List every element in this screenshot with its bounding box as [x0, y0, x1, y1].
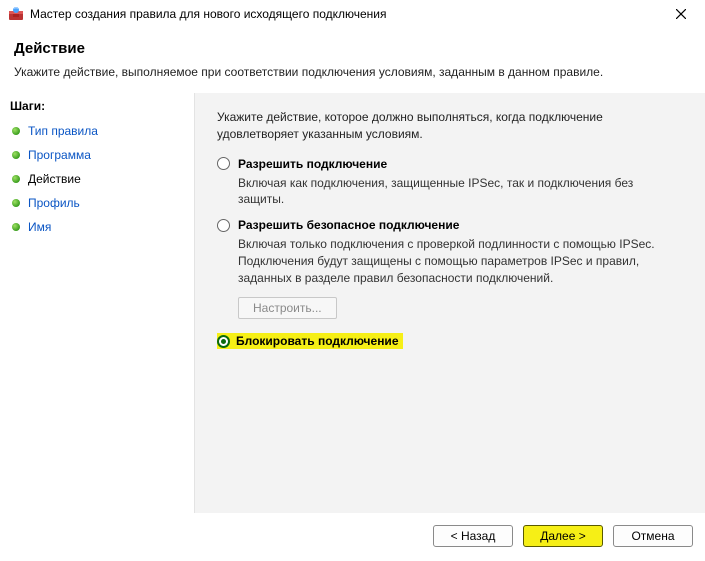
step-label: Действие — [28, 172, 81, 186]
title-bar: Мастер создания правила для нового исход… — [0, 0, 705, 28]
bullet-icon — [12, 199, 20, 207]
bullet-icon — [12, 151, 20, 159]
steps-sidebar: Шаги: Тип правила Программа Действие Про… — [0, 93, 194, 513]
radio-allow[interactable] — [217, 157, 230, 170]
bullet-icon — [12, 175, 20, 183]
step-label: Программа — [28, 148, 91, 162]
steps-title: Шаги: — [10, 99, 188, 113]
wizard-header: Действие Укажите действие, выполняемое п… — [0, 28, 705, 83]
bullet-icon — [12, 127, 20, 135]
option-allow[interactable]: Разрешить подключение Включая как подклю… — [217, 157, 681, 209]
step-label: Тип правила — [28, 124, 98, 138]
step-label: Профиль — [28, 196, 80, 210]
step-profile[interactable]: Профиль — [10, 191, 188, 215]
bullet-icon — [12, 223, 20, 231]
step-name[interactable]: Имя — [10, 215, 188, 239]
close-icon — [676, 9, 686, 19]
window-title: Мастер создания правила для нового исход… — [30, 7, 387, 21]
page-subtitle: Укажите действие, выполняемое при соотве… — [14, 65, 691, 79]
option-desc: Включая как подключения, защищенные IPSe… — [238, 175, 681, 209]
content-panel: Укажите действие, которое должно выполня… — [194, 93, 705, 513]
cancel-button[interactable]: Отмена — [613, 525, 693, 547]
radio-block[interactable] — [217, 335, 230, 348]
option-label: Разрешить безопасное подключение — [238, 218, 459, 232]
option-desc: Включая только подключения с проверкой п… — [238, 236, 681, 286]
next-button[interactable]: Далее > — [523, 525, 603, 547]
firewall-icon — [8, 6, 24, 22]
option-label: Блокировать подключение — [236, 334, 399, 348]
back-button[interactable]: < Назад — [433, 525, 513, 547]
radio-allow-secure[interactable] — [217, 219, 230, 232]
content-intro: Укажите действие, которое должно выполня… — [217, 109, 681, 143]
configure-button: Настроить... — [238, 297, 337, 319]
wizard-buttons: < Назад Далее > Отмена — [433, 525, 693, 547]
option-allow-secure[interactable]: Разрешить безопасное подключение Включая… — [217, 218, 681, 318]
close-button[interactable] — [665, 3, 697, 25]
page-title: Действие — [14, 40, 691, 57]
step-action[interactable]: Действие — [10, 167, 188, 191]
option-label: Разрешить подключение — [238, 157, 387, 171]
step-rule-type[interactable]: Тип правила — [10, 119, 188, 143]
option-block[interactable]: Блокировать подключение — [217, 333, 681, 350]
step-label: Имя — [28, 220, 51, 234]
step-program[interactable]: Программа — [10, 143, 188, 167]
